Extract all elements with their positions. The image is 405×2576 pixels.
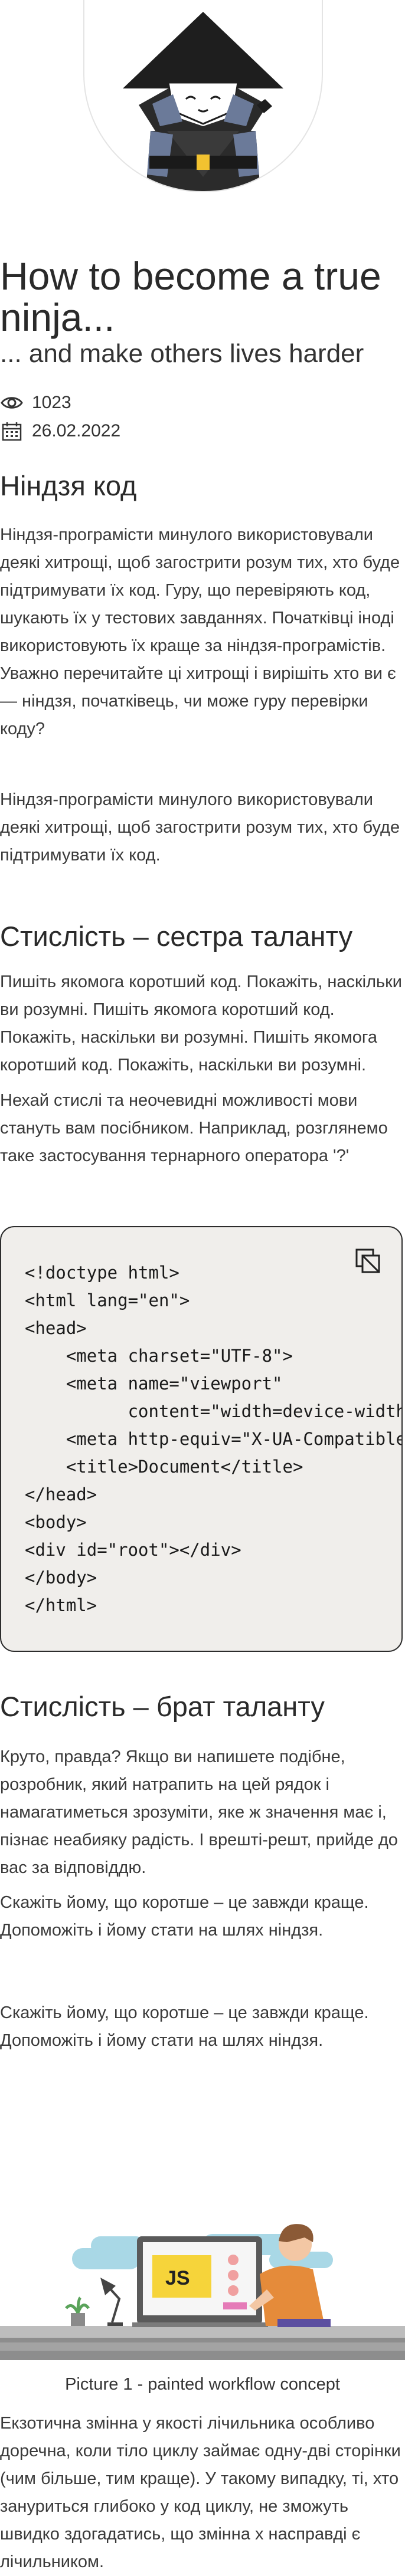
hero: [0, 0, 405, 203]
ninja-avatar: [83, 0, 323, 192]
article-title: How to become a true ninja...: [0, 254, 381, 339]
paragraph: Пишіть якомога коротший код. Покажіть, н…: [0, 972, 403, 1075]
calendar-icon: [0, 421, 24, 441]
code-block: <!doctype html> <html lang="en"> <head> …: [0, 1226, 403, 1652]
views-count: 1023: [32, 393, 71, 412]
publish-date: 26.02.2022: [32, 421, 121, 441]
section-heading: Стислість – сестра таланту: [0, 921, 353, 952]
paragraph: Ніндзя-програмісти минулого використовув…: [0, 790, 400, 865]
paragraph: Скажіть йому, що коротше – це завжди кра…: [0, 2003, 369, 2050]
views-meta: 1023: [0, 392, 71, 414]
paragraph: Екзотична змінна у якості лічильника осо…: [0, 2414, 401, 2571]
section-heading: Стислість – брат таланту: [0, 1691, 325, 1722]
paragraph: Ніндзя-програмісти минулого використовув…: [0, 525, 400, 738]
paragraph: Нехай стислі та неочевидні можливості мо…: [0, 1091, 388, 1165]
figure-caption: Picture 1 - painted workflow concept: [65, 2375, 340, 2394]
ninja-illustration: [123, 12, 283, 191]
section-heading: Ніндзя код: [0, 470, 137, 501]
date-meta: 26.02.2022: [0, 420, 120, 442]
paragraph: Круто, правда? Якщо ви напишете подібне,…: [0, 1747, 398, 1877]
workflow-illustration: JS: [0, 2201, 405, 2360]
screen-text: JS: [165, 2267, 190, 2289]
eye-icon: [0, 393, 24, 413]
article-subtitle: ... and make others lives harder: [0, 339, 364, 368]
code-content: <!doctype html> <html lang="en"> <head> …: [25, 1263, 403, 1615]
paragraph: Скажіть йому, що коротше – це завжди кра…: [0, 1893, 369, 1940]
article-page: How to become a true ninja... ... and ma…: [0, 0, 405, 2571]
